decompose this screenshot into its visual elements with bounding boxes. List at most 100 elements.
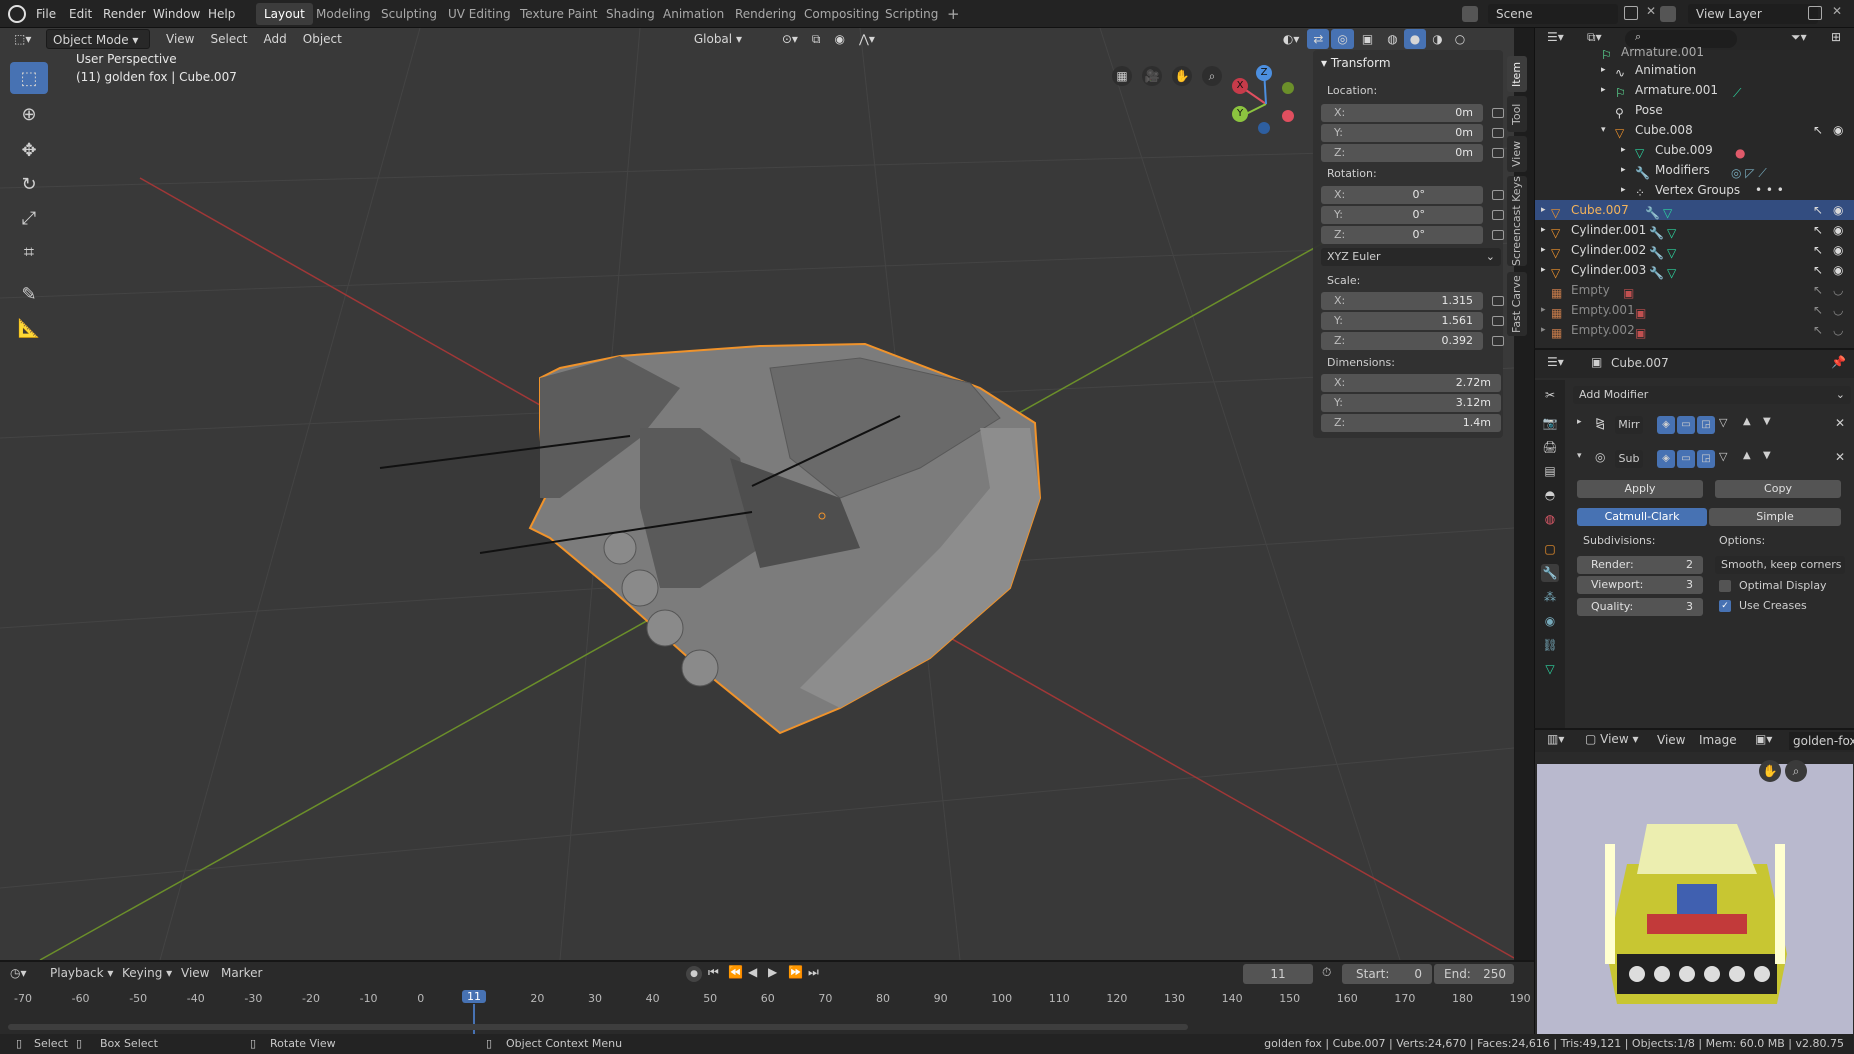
- selectable-icon[interactable]: ↖: [1813, 240, 1823, 260]
- outliner-row[interactable]: ▸ ▽ Cube.009 ●: [1535, 140, 1854, 160]
- modifier-tab-icon[interactable]: 🔧: [1541, 564, 1559, 582]
- rotation-x-field[interactable]: X: 0°: [1321, 186, 1483, 204]
- location-y-field[interactable]: Y: 0m: [1321, 124, 1483, 142]
- tab-screencast-keys[interactable]: Screencast Keys: [1507, 176, 1527, 266]
- expand-arrow-icon[interactable]: ▸: [1541, 320, 1546, 340]
- render-tab-icon[interactable]: 📷: [1541, 414, 1559, 432]
- on-cage-toggle-icon[interactable]: ▽: [1719, 416, 1727, 429]
- delete-view-layer-icon[interactable]: ✕: [1832, 4, 1842, 18]
- gizmo-neg-y-handle[interactable]: [1282, 82, 1294, 94]
- tab-item[interactable]: Item: [1507, 56, 1527, 92]
- scene-tab-icon[interactable]: ◓: [1541, 486, 1559, 504]
- rotation-mode-dropdown[interactable]: XYZ Euler ⌄: [1321, 248, 1501, 266]
- falloff-icon[interactable]: ⋀▾: [853, 29, 881, 49]
- outliner-row[interactable]: ▸ ▦ Empty.001 ▣ ↖ ◡: [1535, 300, 1854, 320]
- tab-animation[interactable]: Animation: [655, 3, 732, 25]
- lock-location-z-icon[interactable]: [1492, 148, 1504, 158]
- catmull-clark-button[interactable]: Catmull-Clark: [1577, 508, 1707, 526]
- copy-button[interactable]: Copy: [1715, 480, 1841, 498]
- menu-view[interactable]: View: [1657, 733, 1685, 747]
- rotation-z-field[interactable]: Z: 0°: [1321, 226, 1483, 244]
- lock-location-x-icon[interactable]: [1492, 108, 1504, 118]
- 3d-viewport[interactable]: ⬚▾ Object Mode ▾ View Select Add Object …: [0, 28, 1514, 960]
- new-view-layer-icon[interactable]: [1808, 6, 1822, 20]
- visibility-eye-icon[interactable]: ◉: [1833, 120, 1843, 140]
- menu-help[interactable]: Help: [202, 4, 241, 24]
- cursor-tool-icon[interactable]: ⊕: [10, 98, 48, 130]
- dimensions-x-field[interactable]: X: 2.72m: [1321, 374, 1501, 392]
- physics-tab-icon[interactable]: ◉: [1541, 612, 1559, 630]
- expand-arrow-icon[interactable]: ▸: [1541, 200, 1546, 220]
- move-down-icon[interactable]: ▼: [1763, 416, 1771, 427]
- data-tab-icon[interactable]: ▽: [1541, 660, 1559, 678]
- gizmo-y-handle[interactable]: Y: [1232, 106, 1248, 122]
- outliner-row[interactable]: ▸ ⚐ Armature.001 ⟋: [1535, 80, 1854, 100]
- outliner-row[interactable]: ▸ 🔧 Modifiers ◎ ◸ ⟋: [1535, 160, 1854, 180]
- view-layer-icon[interactable]: [1660, 6, 1676, 22]
- expand-arrow-icon[interactable]: ▸: [1601, 80, 1606, 100]
- overlay-toggle-icon[interactable]: ◎: [1331, 29, 1354, 49]
- apply-button[interactable]: Apply: [1577, 480, 1703, 498]
- orientation-dropdown[interactable]: Global ▾: [688, 29, 770, 49]
- lock-location-y-icon[interactable]: [1492, 128, 1504, 138]
- timeline-scrollbar[interactable]: [8, 1024, 1188, 1030]
- outliner-row[interactable]: ▸ ∿ Animation: [1535, 60, 1854, 80]
- transform-header[interactable]: ▾ Transform: [1321, 56, 1391, 70]
- edit-mode-toggle-icon[interactable]: ◈: [1657, 450, 1675, 468]
- tab-scripting[interactable]: Scripting: [877, 3, 946, 25]
- expand-arrow-icon[interactable]: ▸: [1541, 260, 1546, 280]
- outliner-row[interactable]: ▸ ▽ Cylinder.002 🔧 ▽ ↖ ◉: [1535, 240, 1854, 260]
- delete-scene-icon[interactable]: ✕: [1646, 4, 1656, 18]
- render-levels-field[interactable]: Render: 2: [1577, 556, 1703, 574]
- use-creases-checkbox[interactable]: ✓: [1719, 600, 1731, 612]
- dimensions-z-field[interactable]: Z: 1.4m: [1321, 414, 1501, 432]
- viewport-toggle-icon[interactable]: ▭: [1677, 416, 1695, 434]
- rotate-tool-icon[interactable]: ↻: [10, 168, 48, 200]
- output-tab-icon[interactable]: 🖨: [1541, 438, 1559, 456]
- measure-tool-icon[interactable]: 📐: [10, 312, 48, 344]
- shading-material-icon[interactable]: ◑: [1426, 29, 1448, 49]
- scale-tool-icon[interactable]: ⤢: [10, 202, 48, 234]
- modifier-subsurf-header[interactable]: ▾ ◎ Sub ◈ ▭ ◲ ▽ ▲ ▼ ✕: [1573, 448, 1851, 470]
- scale-x-field[interactable]: X: 1.315: [1321, 292, 1483, 310]
- lock-rotation-z-icon[interactable]: [1492, 230, 1504, 240]
- shading-wireframe-icon[interactable]: ◍: [1381, 29, 1403, 49]
- selectable-icon[interactable]: ↖: [1813, 200, 1823, 220]
- expand-arrow-icon[interactable]: ▸: [1621, 180, 1626, 200]
- gizmo-toggle-icon[interactable]: ⇄: [1307, 29, 1330, 49]
- outliner-row[interactable]: ▦ Empty ▣ ↖ ◡: [1535, 280, 1854, 300]
- tab-sculpting[interactable]: Sculpting: [373, 3, 445, 25]
- selectable-icon[interactable]: ↖: [1813, 120, 1823, 140]
- outliner-row[interactable]: ⚲ Pose: [1535, 100, 1854, 120]
- pan-view-icon[interactable]: ✋: [1759, 760, 1781, 782]
- image-browse-icon[interactable]: ▣▾: [1755, 732, 1772, 746]
- expand-arrow-icon[interactable]: ▸: [1601, 60, 1606, 80]
- hidden-eye-icon[interactable]: ◡: [1833, 320, 1843, 340]
- viewport-levels-field[interactable]: Viewport: 3: [1577, 576, 1703, 594]
- gizmo-x-handle[interactable]: X: [1232, 78, 1248, 94]
- on-cage-toggle-icon[interactable]: ▽: [1719, 450, 1727, 463]
- location-z-field[interactable]: Z: 0m: [1321, 144, 1483, 162]
- menu-view[interactable]: View: [160, 29, 200, 49]
- render-toggle-icon[interactable]: ◲: [1697, 416, 1715, 434]
- tab-texture-paint[interactable]: Texture Paint: [512, 3, 605, 25]
- hidden-eye-icon[interactable]: ◡: [1833, 280, 1843, 300]
- lock-scale-x-icon[interactable]: [1492, 296, 1504, 306]
- location-x-field[interactable]: X: 0m: [1321, 104, 1483, 122]
- menu-select[interactable]: Select: [204, 29, 253, 49]
- selectable-icon[interactable]: ↖: [1813, 220, 1823, 240]
- tab-modeling[interactable]: Modeling: [308, 3, 379, 25]
- collapse-arrow-icon[interactable]: ▾: [1601, 120, 1606, 140]
- expand-arrow-icon[interactable]: ▸: [1577, 417, 1582, 427]
- zoom-view-icon[interactable]: ⌕: [1202, 66, 1222, 86]
- object-mode-dropdown[interactable]: Object Mode ▾: [46, 29, 150, 49]
- scale-y-field[interactable]: Y: 1.561: [1321, 312, 1483, 330]
- xray-toggle-icon[interactable]: ▣: [1356, 29, 1379, 49]
- transform-tool-icon[interactable]: ⌗: [10, 236, 48, 268]
- properties-editor-type-icon[interactable]: ☰▾: [1547, 355, 1564, 369]
- pivot-icon[interactable]: ⊙▾: [776, 29, 804, 49]
- hidden-eye-icon[interactable]: ◡: [1833, 300, 1843, 320]
- view-layer-tab-icon[interactable]: ▤: [1541, 462, 1559, 480]
- editor-type-icon[interactable]: ⬚▾: [8, 29, 38, 49]
- tab-fast-carve[interactable]: Fast Carve: [1507, 272, 1527, 336]
